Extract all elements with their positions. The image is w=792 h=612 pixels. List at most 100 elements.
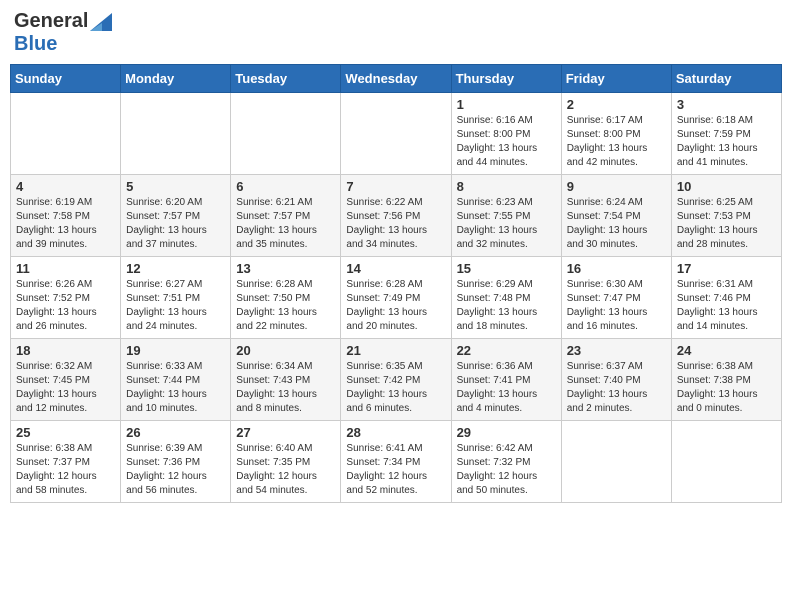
calendar-week-5: 25 Sunrise: 6:38 AM Sunset: 7:37 PM Dayli… — [11, 421, 782, 503]
calendar-cell — [671, 421, 781, 503]
calendar-week-4: 18 Sunrise: 6:32 AM Sunset: 7:45 PM Dayli… — [11, 339, 782, 421]
day-info: Sunrise: 6:38 AM Sunset: 7:37 PM Dayligh… — [16, 442, 115, 498]
calendar-cell: 9Sunrise: 6:24 AM Sunset: 7:54 PM Daylig… — [561, 175, 671, 257]
day-info: Sunrise: 6:29 AM Sunset: 7:48 PM Dayligh… — [457, 278, 556, 334]
calendar-cell: 17 Sunrise: 6:31 AM Sunset: 7:46 PM Dayli… — [671, 257, 781, 339]
day-info: Sunrise: 6:32 AM Sunset: 7:45 PM Dayligh… — [16, 360, 115, 416]
day-header-monday: Monday — [121, 65, 231, 93]
day-number: 16 — [567, 261, 666, 276]
day-info: Sunrise: 6:41 AM Sunset: 7:34 PM Dayligh… — [346, 442, 445, 498]
calendar-cell: 24Sunrise: 6:38 AM Sunset: 7:38 PM Dayli… — [671, 339, 781, 421]
day-info: Sunrise: 6:28 AM Sunset: 7:50 PM Dayligh… — [236, 278, 335, 334]
calendar-cell: 29 Sunrise: 6:42 AM Sunset: 7:32 PM Dayli… — [451, 421, 561, 503]
day-info: Sunrise: 6:35 AM Sunset: 7:42 PM Dayligh… — [346, 360, 445, 416]
day-number: 1 — [457, 97, 556, 112]
day-header-wednesday: Wednesday — [341, 65, 451, 93]
day-info: Sunrise: 6:25 AM Sunset: 7:53 PM Dayligh… — [677, 196, 776, 252]
day-info: Sunrise: 6:31 AM Sunset: 7:46 PM Dayligh… — [677, 278, 776, 334]
day-number: 23 — [567, 343, 666, 358]
day-number: 3 — [677, 97, 776, 112]
calendar-week-2: 4 Sunrise: 6:19 AM Sunset: 7:58 PM Daylig… — [11, 175, 782, 257]
logo-icon — [90, 13, 112, 31]
day-info: Sunrise: 6:28 AM Sunset: 7:49 PM Dayligh… — [346, 278, 445, 334]
day-number: 18 — [16, 343, 115, 358]
day-header-thursday: Thursday — [451, 65, 561, 93]
day-number: 29 — [457, 425, 556, 440]
day-number: 25 — [16, 425, 115, 440]
day-info: Sunrise: 6:20 AM Sunset: 7:57 PM Dayligh… — [126, 196, 225, 252]
calendar-week-3: 11Sunrise: 6:26 AM Sunset: 7:52 PM Dayli… — [11, 257, 782, 339]
day-info: Sunrise: 6:36 AM Sunset: 7:41 PM Dayligh… — [457, 360, 556, 416]
day-header-tuesday: Tuesday — [231, 65, 341, 93]
calendar-table: SundayMondayTuesdayWednesdayThursdayFrid… — [10, 64, 782, 503]
calendar-cell: 12 Sunrise: 6:27 AM Sunset: 7:51 PM Dayli… — [121, 257, 231, 339]
day-number: 12 — [126, 261, 225, 276]
calendar-cell: 23 Sunrise: 6:37 AM Sunset: 7:40 PM Dayli… — [561, 339, 671, 421]
calendar-cell: 10 Sunrise: 6:25 AM Sunset: 7:53 PM Dayli… — [671, 175, 781, 257]
day-info: Sunrise: 6:27 AM Sunset: 7:51 PM Dayligh… — [126, 278, 225, 334]
day-info: Sunrise: 6:39 AM Sunset: 7:36 PM Dayligh… — [126, 442, 225, 498]
day-number: 11 — [16, 261, 115, 276]
calendar-cell: 16 Sunrise: 6:30 AM Sunset: 7:47 PM Dayli… — [561, 257, 671, 339]
day-header-saturday: Saturday — [671, 65, 781, 93]
day-info: Sunrise: 6:33 AM Sunset: 7:44 PM Dayligh… — [126, 360, 225, 416]
calendar-cell: 11Sunrise: 6:26 AM Sunset: 7:52 PM Dayli… — [11, 257, 121, 339]
day-number: 28 — [346, 425, 445, 440]
calendar-cell — [561, 421, 671, 503]
day-number: 24 — [677, 343, 776, 358]
calendar-cell — [341, 93, 451, 175]
day-number: 7 — [346, 179, 445, 194]
day-number: 20 — [236, 343, 335, 358]
day-number: 5 — [126, 179, 225, 194]
calendar-cell: 3Sunrise: 6:18 AM Sunset: 7:59 PM Daylig… — [671, 93, 781, 175]
day-number: 21 — [346, 343, 445, 358]
calendar-cell: 19 Sunrise: 6:33 AM Sunset: 7:44 PM Dayli… — [121, 339, 231, 421]
logo-general-text: General — [14, 10, 88, 33]
day-number: 8 — [457, 179, 556, 194]
day-number: 13 — [236, 261, 335, 276]
day-number: 15 — [457, 261, 556, 276]
logo: General Blue — [14, 10, 112, 56]
day-number: 14 — [346, 261, 445, 276]
day-info: Sunrise: 6:40 AM Sunset: 7:35 PM Dayligh… — [236, 442, 335, 498]
calendar-cell: 27Sunrise: 6:40 AM Sunset: 7:35 PM Dayli… — [231, 421, 341, 503]
day-info: Sunrise: 6:19 AM Sunset: 7:58 PM Dayligh… — [16, 196, 115, 252]
calendar-cell: 8 Sunrise: 6:23 AM Sunset: 7:55 PM Daylig… — [451, 175, 561, 257]
calendar-cell — [11, 93, 121, 175]
day-number: 26 — [126, 425, 225, 440]
day-header-friday: Friday — [561, 65, 671, 93]
day-info: Sunrise: 6:21 AM Sunset: 7:57 PM Dayligh… — [236, 196, 335, 252]
calendar-week-1: 1Sunrise: 6:16 AM Sunset: 8:00 PM Daylig… — [11, 93, 782, 175]
calendar-cell: 2 Sunrise: 6:17 AM Sunset: 8:00 PM Daylig… — [561, 93, 671, 175]
day-info: Sunrise: 6:30 AM Sunset: 7:47 PM Dayligh… — [567, 278, 666, 334]
calendar-cell: 15 Sunrise: 6:29 AM Sunset: 7:48 PM Dayli… — [451, 257, 561, 339]
day-number: 17 — [677, 261, 776, 276]
calendar-cell — [231, 93, 341, 175]
calendar-cell: 26 Sunrise: 6:39 AM Sunset: 7:36 PM Dayli… — [121, 421, 231, 503]
day-number: 2 — [567, 97, 666, 112]
calendar-cell — [121, 93, 231, 175]
day-number: 6 — [236, 179, 335, 194]
day-info: Sunrise: 6:34 AM Sunset: 7:43 PM Dayligh… — [236, 360, 335, 416]
calendar-cell: 14 Sunrise: 6:28 AM Sunset: 7:49 PM Dayli… — [341, 257, 451, 339]
calendar-cell: 1Sunrise: 6:16 AM Sunset: 8:00 PM Daylig… — [451, 93, 561, 175]
calendar-cell: 6 Sunrise: 6:21 AM Sunset: 7:57 PM Daylig… — [231, 175, 341, 257]
day-number: 4 — [16, 179, 115, 194]
day-info: Sunrise: 6:24 AM Sunset: 7:54 PM Dayligh… — [567, 196, 666, 252]
calendar-cell: 25 Sunrise: 6:38 AM Sunset: 7:37 PM Dayli… — [11, 421, 121, 503]
logo-blue-text: Blue — [14, 33, 57, 55]
calendar-cell: 20 Sunrise: 6:34 AM Sunset: 7:43 PM Dayli… — [231, 339, 341, 421]
day-number: 19 — [126, 343, 225, 358]
day-info: Sunrise: 6:17 AM Sunset: 8:00 PM Dayligh… — [567, 114, 666, 170]
calendar-cell: 21 Sunrise: 6:35 AM Sunset: 7:42 PM Dayli… — [341, 339, 451, 421]
day-info: Sunrise: 6:22 AM Sunset: 7:56 PM Dayligh… — [346, 196, 445, 252]
calendar-cell: 13 Sunrise: 6:28 AM Sunset: 7:50 PM Dayli… — [231, 257, 341, 339]
day-number: 10 — [677, 179, 776, 194]
day-info: Sunrise: 6:37 AM Sunset: 7:40 PM Dayligh… — [567, 360, 666, 416]
day-info: Sunrise: 6:23 AM Sunset: 7:55 PM Dayligh… — [457, 196, 556, 252]
calendar-cell: 4 Sunrise: 6:19 AM Sunset: 7:58 PM Daylig… — [11, 175, 121, 257]
page-header: General Blue — [10, 10, 782, 56]
day-number: 22 — [457, 343, 556, 358]
day-info: Sunrise: 6:42 AM Sunset: 7:32 PM Dayligh… — [457, 442, 556, 498]
day-header-sunday: Sunday — [11, 65, 121, 93]
